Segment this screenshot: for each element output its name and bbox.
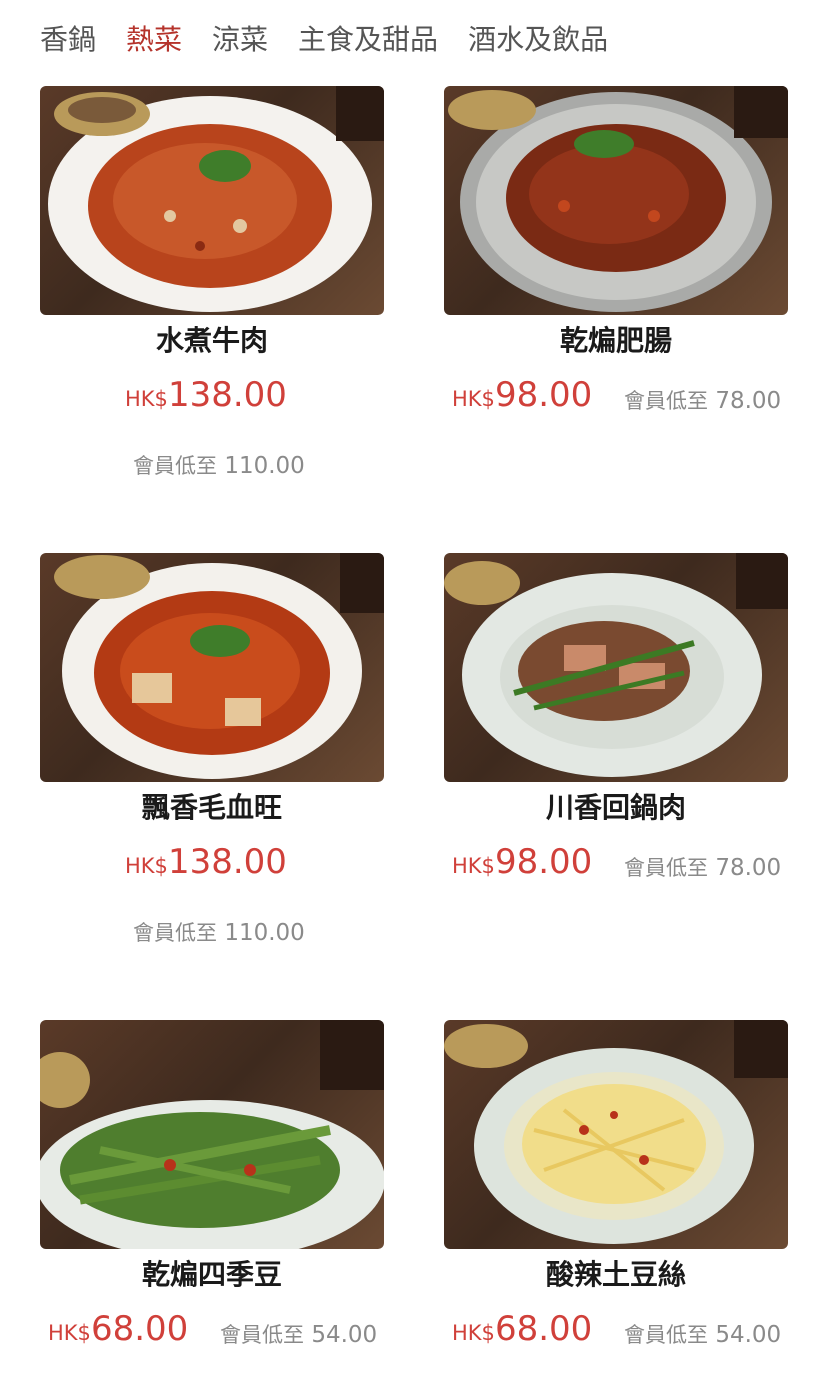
tab-hot-dishes[interactable]: 熱菜 xyxy=(126,18,182,58)
price: HK$98.00 xyxy=(452,375,592,415)
member-label: 會員低至 xyxy=(133,921,217,945)
tab-staples-desserts[interactable]: 主食及甜品 xyxy=(298,18,438,58)
member-price-amount: 110.00 xyxy=(224,453,305,479)
currency-label: HK$ xyxy=(452,1321,495,1345)
currency-label: HK$ xyxy=(452,854,495,878)
price: HK$68.00 xyxy=(48,1309,188,1349)
dish-name: 乾煸肥腸 xyxy=(559,324,672,357)
currency-label: HK$ xyxy=(48,1321,91,1345)
member-price: 會員低至 54.00 xyxy=(624,1319,781,1349)
currency-label: HK$ xyxy=(125,387,168,411)
category-tabs: 香鍋 熱菜 涼菜 主食及甜品 酒水及飲品 xyxy=(40,14,638,62)
price-amount: 98.00 xyxy=(494,842,593,882)
member-price-amount: 110.00 xyxy=(224,920,305,946)
member-label: 會員低至 xyxy=(220,1323,304,1347)
member-price-amount: 54.00 xyxy=(715,1322,782,1348)
price-amount: 138.00 xyxy=(167,375,287,415)
dish-card[interactable]: 川香回鍋肉 HK$98.00 會員低至 78.00 xyxy=(444,553,788,894)
member-label: 會員低至 xyxy=(624,856,708,880)
price-row: HK$138.00 xyxy=(40,375,384,427)
dish-card[interactable]: 乾煸四季豆 HK$68.00 會員低至 54.00 xyxy=(40,1020,384,1361)
price-amount: 138.00 xyxy=(167,842,287,882)
price-row: HK$98.00 會員低至 78.00 xyxy=(444,375,788,427)
currency-label: HK$ xyxy=(452,387,495,411)
member-price: 會員低至 110.00 xyxy=(133,450,305,480)
dish-card[interactable]: 飄香毛血旺 HK$138.00 會員低至 110.00 xyxy=(40,553,384,946)
menu-page: 香鍋 熱菜 涼菜 主食及甜品 酒水及飲品 水煮牛肉 HK$138.00 會員低至… xyxy=(0,0,828,1394)
price-amount: 98.00 xyxy=(494,375,593,415)
member-price-amount: 78.00 xyxy=(715,388,782,414)
price: HK$68.00 xyxy=(452,1309,592,1349)
member-price: 會員低至 78.00 xyxy=(624,385,781,415)
dish-name: 飄香毛血旺 xyxy=(141,791,282,824)
dish-name: 酸辣土豆絲 xyxy=(545,1258,686,1291)
price-amount: 68.00 xyxy=(494,1309,593,1349)
price-row: HK$68.00 會員低至 54.00 xyxy=(444,1309,788,1361)
dish-photo[interactable] xyxy=(40,1020,384,1249)
tab-fragrant-pot[interactable]: 香鍋 xyxy=(40,18,96,58)
price-row: HK$68.00 會員低至 54.00 xyxy=(40,1309,384,1361)
member-price: 會員低至 78.00 xyxy=(624,852,781,882)
member-price: 會員低至 110.00 xyxy=(133,917,305,947)
member-price-amount: 54.00 xyxy=(311,1322,378,1348)
currency-label: HK$ xyxy=(125,854,168,878)
member-price: 會員低至 54.00 xyxy=(220,1319,377,1349)
tab-drinks[interactable]: 酒水及飲品 xyxy=(468,18,608,58)
dish-name: 川香回鍋肉 xyxy=(545,791,686,824)
price: HK$138.00 xyxy=(125,375,287,415)
dish-photo[interactable] xyxy=(444,553,788,782)
dish-card[interactable]: 酸辣土豆絲 HK$68.00 會員低至 54.00 xyxy=(444,1020,788,1361)
price-amount: 68.00 xyxy=(90,1309,189,1349)
member-label: 會員低至 xyxy=(133,454,217,478)
dish-card[interactable]: 水煮牛肉 HK$138.00 會員低至 110.00 xyxy=(40,86,384,479)
dish-name: 水煮牛肉 xyxy=(155,324,268,357)
price-row: HK$98.00 會員低至 78.00 xyxy=(444,842,788,894)
dish-photo[interactable] xyxy=(444,1020,788,1249)
member-price-amount: 78.00 xyxy=(715,855,782,881)
tab-cold-dishes[interactable]: 涼菜 xyxy=(212,18,268,58)
dish-card[interactable]: 乾煸肥腸 HK$98.00 會員低至 78.00 xyxy=(444,86,788,427)
member-label: 會員低至 xyxy=(624,1323,708,1347)
price: HK$98.00 xyxy=(452,842,592,882)
dish-photo[interactable] xyxy=(40,86,384,315)
price: HK$138.00 xyxy=(125,842,287,882)
member-label: 會員低至 xyxy=(624,389,708,413)
dish-photo[interactable] xyxy=(444,86,788,315)
dish-photo[interactable] xyxy=(40,553,384,782)
dish-name: 乾煸四季豆 xyxy=(141,1258,282,1291)
price-row: HK$138.00 xyxy=(40,842,384,894)
